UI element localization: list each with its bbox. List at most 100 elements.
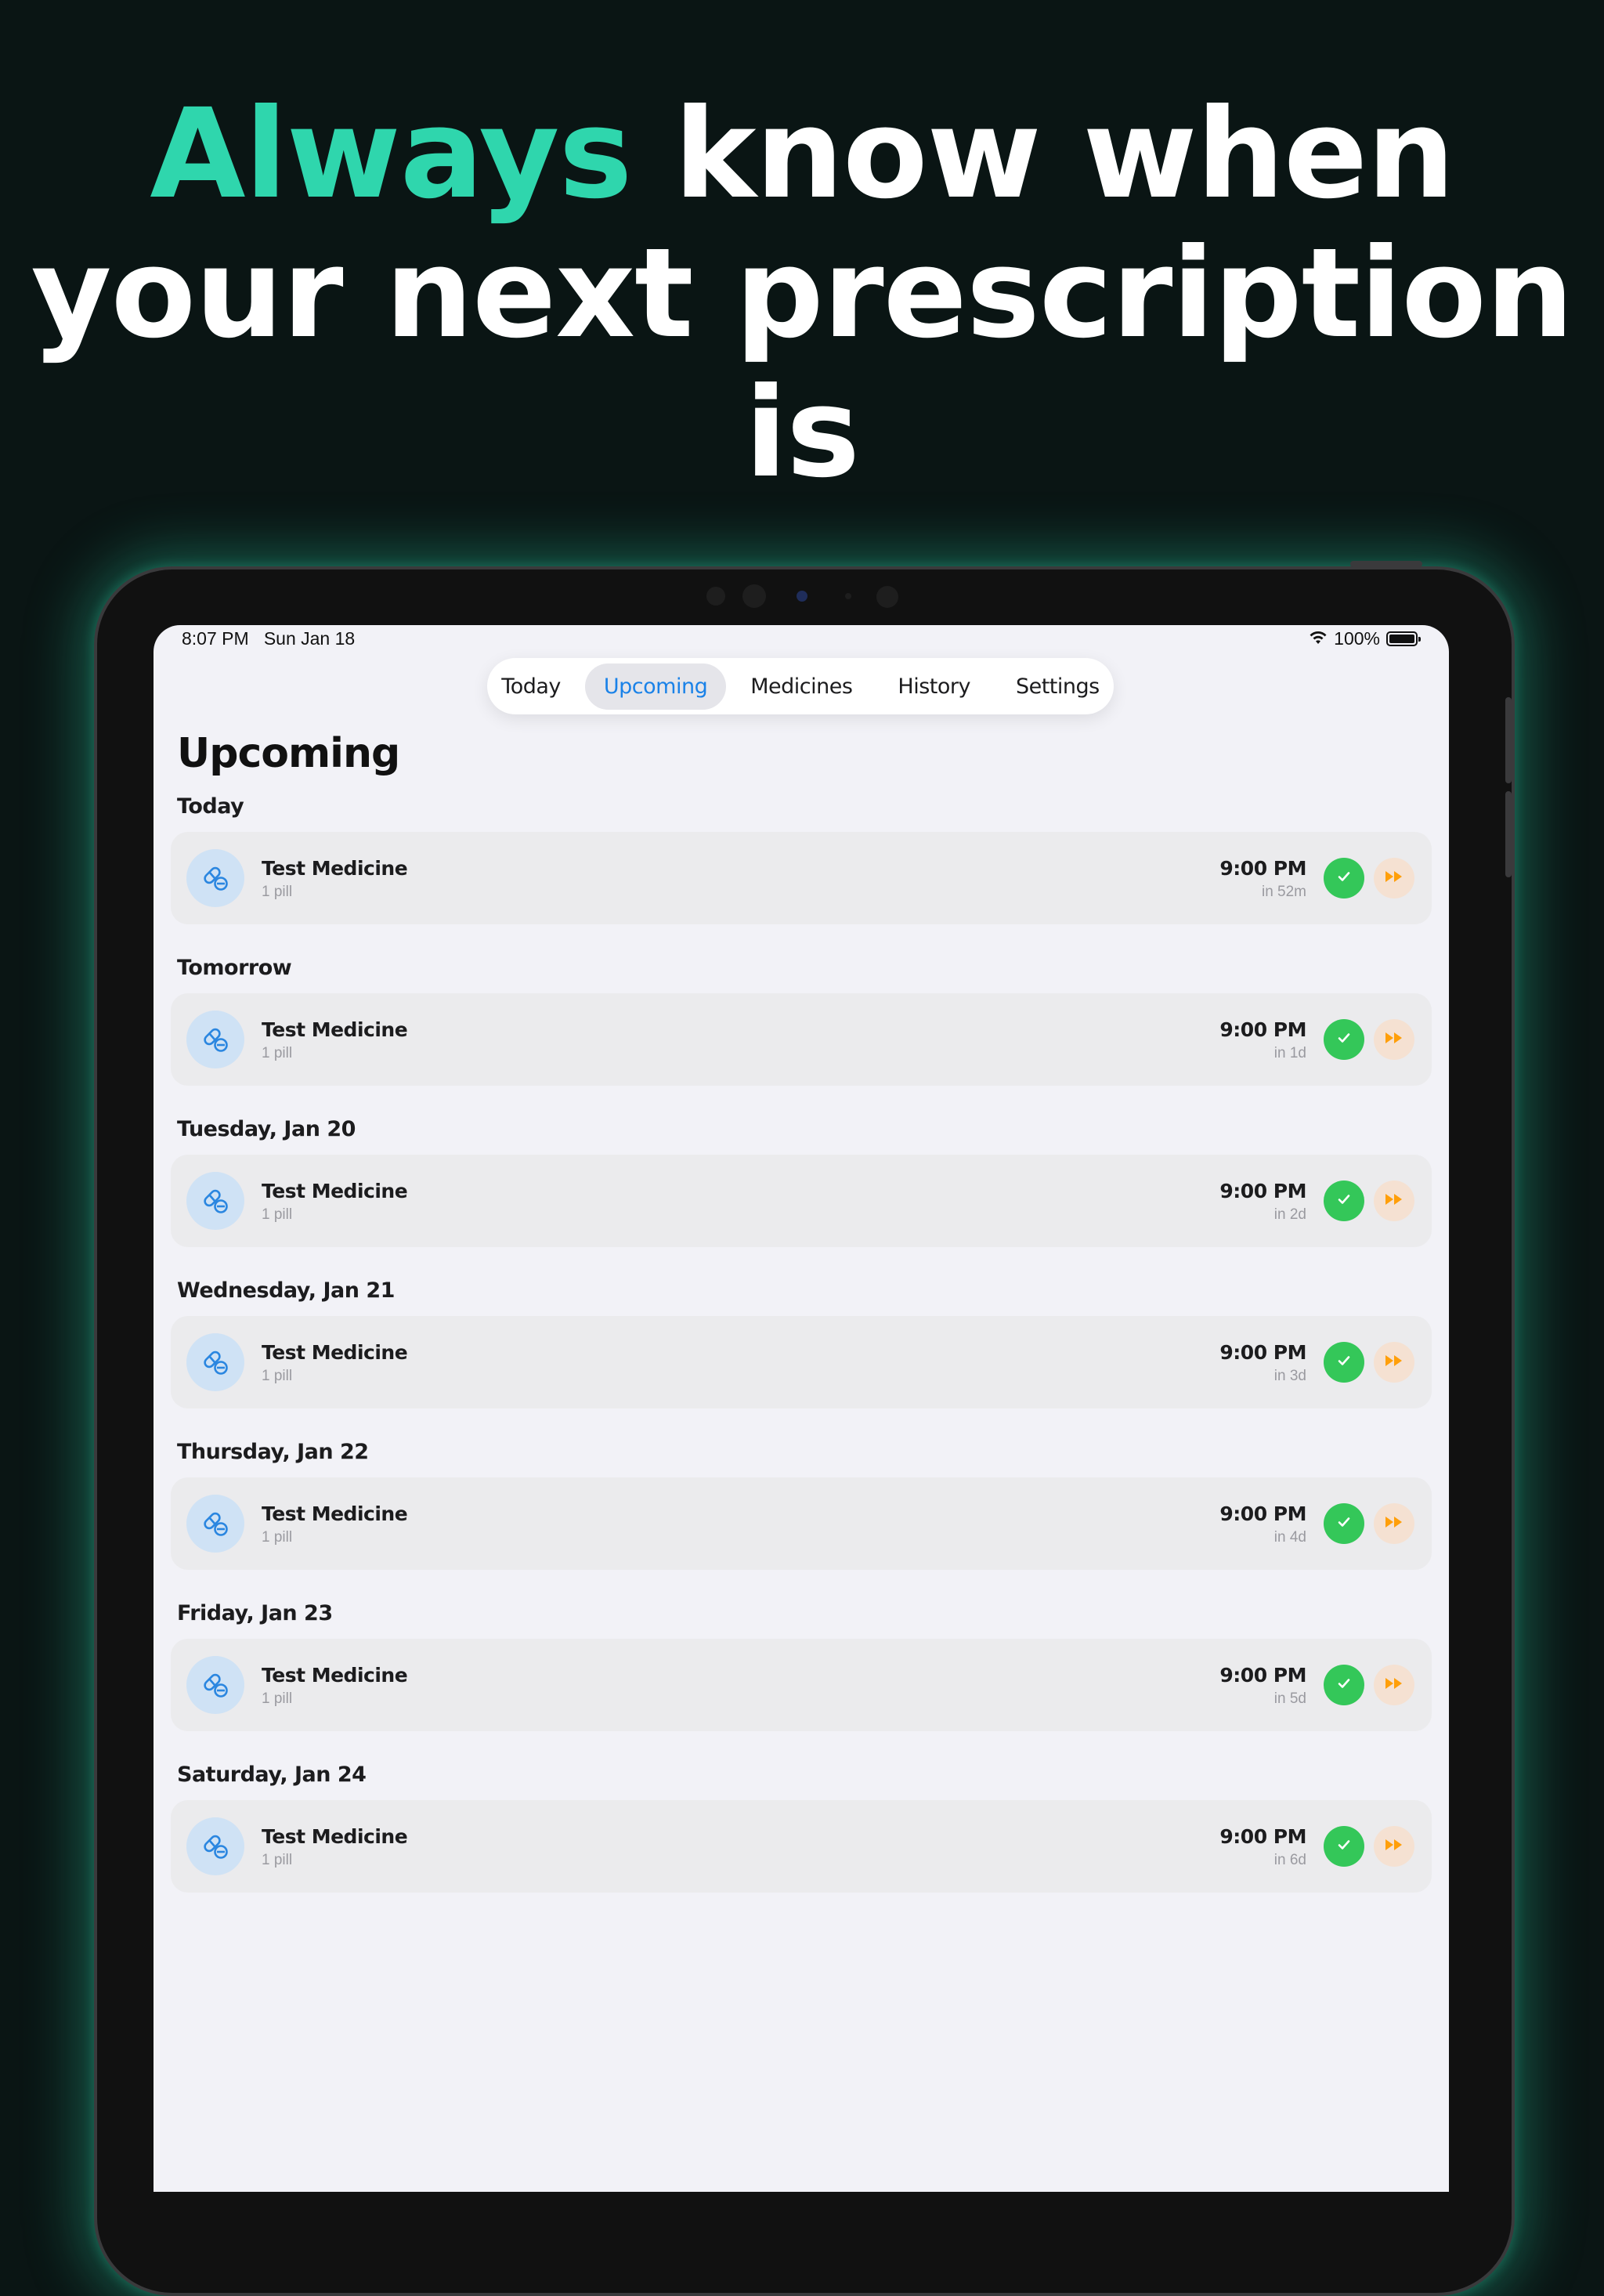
dose-time: 9:00 PM [1219, 1664, 1306, 1687]
medicine-name: Test Medicine [262, 1018, 408, 1041]
day-section: Today Test Medicine 1 pill 9:00 PM in 52m [171, 782, 1432, 924]
skip-button[interactable] [1374, 1503, 1414, 1544]
medicine-dose: 1 pill [262, 1852, 293, 1868]
section-header: Wednesday, Jan 21 [177, 1278, 395, 1303]
skip-button[interactable] [1374, 1181, 1414, 1221]
battery-icon [1386, 631, 1421, 646]
day-section: Tuesday, Jan 20 Test Medicine 1 pill 9:00 P… [171, 1105, 1432, 1247]
upcoming-list: Today Test Medicine 1 pill 9:00 PM in 52m Tom… [171, 794, 1432, 1933]
dose-relative-time: in 52m [1261, 884, 1306, 900]
camera-flash [876, 586, 898, 608]
day-section: Tomorrow Test Medicine 1 pill 9:00 PM in 1d [171, 943, 1432, 1086]
skip-button[interactable] [1374, 858, 1414, 899]
skip-button[interactable] [1374, 1665, 1414, 1705]
battery-percent: 100% [1334, 628, 1380, 649]
take-button[interactable] [1324, 1019, 1364, 1060]
tab-upcoming[interactable]: Upcoming [584, 663, 727, 710]
medicine-name: Test Medicine [262, 1664, 408, 1687]
day-section: Thursday, Jan 22 Test Medicine 1 pill 9:00 … [171, 1427, 1432, 1570]
status-time: 8:07 PM [182, 628, 249, 649]
tab-history[interactable]: History [876, 663, 992, 710]
day-section: Wednesday, Jan 21 Test Medicine 1 pill 9:00… [171, 1266, 1432, 1408]
skip-forward-icon [1384, 1838, 1404, 1856]
medicine-dose: 1 pill [262, 1368, 293, 1384]
section-header: Tuesday, Jan 20 [177, 1117, 356, 1141]
take-button[interactable] [1324, 858, 1364, 899]
section-header: Tomorrow [177, 956, 292, 980]
dose-row[interactable]: Test Medicine 1 pill 9:00 PM in 3d [171, 1316, 1432, 1408]
dose-row[interactable]: Test Medicine 1 pill 9:00 PM in 4d [171, 1477, 1432, 1570]
top-button [1350, 561, 1422, 567]
headline-line-1-rest: know when [674, 82, 1455, 226]
app-screen: 8:07 PM Sun Jan 18 100% Today Upcoming M… [154, 625, 1449, 2192]
medicine-dose: 1 pill [262, 1045, 293, 1061]
tab-medicines[interactable]: Medicines [729, 663, 873, 710]
skip-button[interactable] [1374, 1342, 1414, 1383]
skip-forward-icon [1384, 1676, 1404, 1694]
volume-up-button [1505, 697, 1512, 783]
pill-icon [186, 1011, 244, 1068]
dose-row[interactable]: Test Medicine 1 pill 9:00 PM in 6d [171, 1800, 1432, 1893]
headline-line-1: Always know when [0, 85, 1604, 224]
day-section: Friday, Jan 23 Test Medicine 1 pill 9:00 PM… [171, 1589, 1432, 1731]
dose-relative-time: in 6d [1273, 1852, 1306, 1868]
skip-forward-icon [1384, 1031, 1404, 1049]
dose-relative-time: in 2d [1273, 1206, 1306, 1223]
dose-time: 9:00 PM [1219, 857, 1306, 880]
medicine-name: Test Medicine [262, 1180, 408, 1202]
checkmark-icon [1335, 867, 1353, 890]
medicine-dose: 1 pill [262, 1690, 293, 1707]
medicine-name: Test Medicine [262, 857, 408, 880]
skip-button[interactable] [1374, 1826, 1414, 1867]
status-bar: 8:07 PM Sun Jan 18 100% [154, 625, 1449, 653]
pill-icon [186, 1495, 244, 1553]
skip-forward-icon [1384, 1515, 1404, 1533]
take-button[interactable] [1324, 1342, 1364, 1383]
dose-row[interactable]: Test Medicine 1 pill 9:00 PM in 2d [171, 1155, 1432, 1247]
section-header: Saturday, Jan 24 [177, 1763, 367, 1787]
medicine-dose: 1 pill [262, 884, 293, 900]
take-button[interactable] [1324, 1826, 1364, 1867]
take-button[interactable] [1324, 1181, 1364, 1221]
medicine-dose: 1 pill [262, 1206, 293, 1223]
skip-forward-icon [1384, 1192, 1404, 1210]
camera-dot [706, 587, 725, 606]
checkmark-icon [1335, 1513, 1353, 1535]
checkmark-icon [1335, 1351, 1353, 1374]
section-header: Thursday, Jan 22 [177, 1440, 369, 1464]
skip-forward-icon [1384, 1354, 1404, 1372]
dose-relative-time: in 1d [1273, 1045, 1306, 1061]
volume-down-button [1505, 791, 1512, 877]
page-title: Upcoming [177, 730, 400, 777]
dose-time: 9:00 PM [1219, 1825, 1306, 1848]
tab-settings[interactable]: Settings [995, 663, 1121, 710]
pill-icon [186, 1172, 244, 1230]
pill-icon [186, 1656, 244, 1714]
status-indicators: 100% [1309, 628, 1421, 649]
dose-time: 9:00 PM [1219, 1502, 1306, 1525]
take-button[interactable] [1324, 1503, 1364, 1544]
dose-row[interactable]: Test Medicine 1 pill 9:00 PM in 1d [171, 993, 1432, 1086]
dose-time: 9:00 PM [1219, 1018, 1306, 1041]
dose-relative-time: in 4d [1273, 1529, 1306, 1546]
dose-time: 9:00 PM [1219, 1341, 1306, 1364]
pill-icon [186, 1817, 244, 1875]
dose-relative-time: in 5d [1273, 1690, 1306, 1707]
tab-today[interactable]: Today [480, 663, 582, 710]
pill-icon [186, 1333, 244, 1391]
skip-forward-icon [1384, 870, 1404, 888]
dose-row[interactable]: Test Medicine 1 pill 9:00 PM in 5d [171, 1639, 1432, 1731]
headline-accent-word: Always [150, 82, 632, 226]
skip-button[interactable] [1374, 1019, 1414, 1060]
section-header: Today [177, 794, 244, 819]
camera-sensor [797, 591, 807, 602]
headline-line-2: your next prescription [31, 222, 1574, 366]
checkmark-icon [1335, 1190, 1353, 1213]
camera-dot-small [845, 593, 851, 599]
take-button[interactable] [1324, 1665, 1364, 1705]
checkmark-icon [1335, 1835, 1353, 1858]
camera-lens [742, 584, 766, 608]
medicine-name: Test Medicine [262, 1502, 408, 1525]
dose-row[interactable]: Test Medicine 1 pill 9:00 PM in 52m [171, 832, 1432, 924]
status-time-date: 8:07 PM Sun Jan 18 [182, 628, 355, 649]
